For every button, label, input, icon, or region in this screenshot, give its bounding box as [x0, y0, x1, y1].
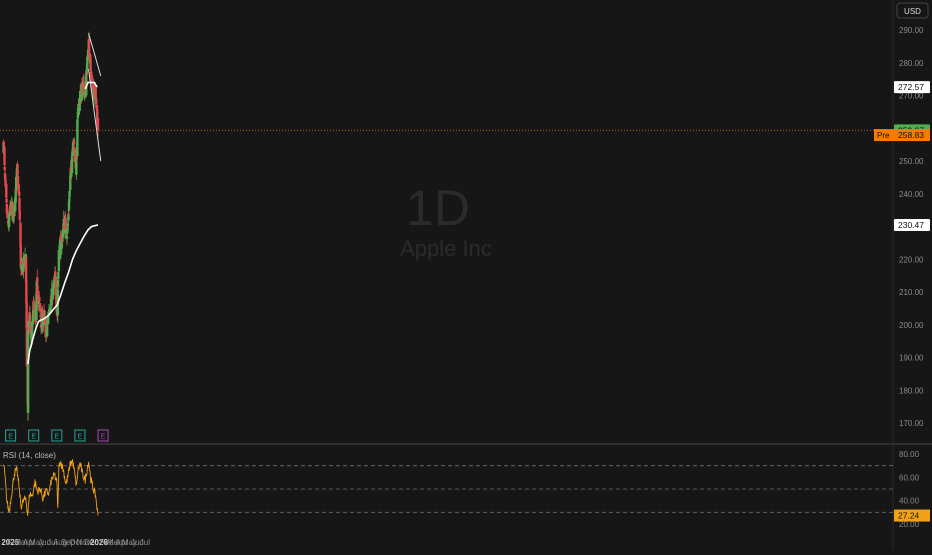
rsi-title: RSI (14, close)	[3, 451, 56, 460]
candle-body	[38, 296, 41, 301]
candle-body	[18, 211, 21, 220]
watermark-name: Apple Inc	[400, 236, 492, 261]
candle-body	[45, 326, 49, 336]
pre-price-text: 258.83	[898, 130, 924, 140]
price-tick-label: 190.00	[899, 354, 924, 363]
earnings-marker[interactable]: E	[5, 429, 17, 442]
candle-body	[39, 307, 42, 313]
earnings-marker[interactable]: E	[28, 429, 40, 442]
earnings-marker[interactable]: E	[74, 429, 86, 442]
candle-body	[5, 184, 8, 198]
price-tick-label: 220.00	[899, 255, 924, 264]
rsi-current-text: 27.24	[898, 511, 920, 521]
watermark-interval: 1D	[406, 180, 470, 236]
price-tick-label: 210.00	[899, 288, 924, 297]
earnings-marker[interactable]: E	[51, 429, 63, 442]
earnings-label: E	[101, 434, 106, 441]
candle-body	[96, 117, 100, 131]
price-tick-label: 280.00	[899, 59, 924, 68]
currency-button[interactable]: USD	[896, 2, 929, 19]
earnings-label: E	[31, 434, 36, 441]
ma-long-badge-text: 230.47	[898, 220, 924, 230]
chart-canvas[interactable]: 1D Apple Inc E E E E E 170.00 180.00 190.00 200…	[0, 0, 932, 550]
earnings-label: E	[54, 434, 59, 441]
earnings-marker[interactable]: E	[97, 429, 109, 442]
price-tick-label: 180.00	[899, 386, 924, 395]
earnings-label: E	[8, 434, 13, 441]
candle-body	[57, 272, 60, 280]
ma-long-badge: 230.47	[894, 218, 930, 231]
price-tick-label: 170.00	[899, 419, 924, 428]
candle-body	[89, 58, 92, 70]
rsi-tick-label: 60.00	[899, 473, 920, 482]
earnings-label: E	[78, 434, 83, 441]
candle-body	[3, 146, 6, 166]
ma-short-badge: 272.57	[894, 81, 930, 94]
currency-label: USD	[904, 7, 921, 16]
chart-root: 1D Apple Inc E E E E E 170.00 180.00 190.00 200…	[0, 0, 932, 550]
rsi-tick-label: 80.00	[899, 450, 920, 459]
pre-price-badge: Pre 258.83	[874, 129, 930, 142]
candle-body	[95, 105, 99, 110]
price-tick-label: 240.00	[899, 190, 924, 199]
rsi-tick-label: 40.00	[899, 497, 920, 506]
price-tick-label: 250.00	[899, 157, 924, 166]
candle-body	[26, 332, 30, 413]
rsi-current-badge: 27.24	[894, 509, 930, 522]
candle-body	[72, 140, 76, 145]
candle-body	[65, 236, 69, 239]
time-tick-label: Jul	[140, 538, 150, 547]
price-tick-label: 290.00	[899, 26, 924, 35]
pre-label: Pre	[877, 131, 890, 140]
price-tick-label: 200.00	[899, 321, 924, 330]
ma-short-badge-text: 272.57	[898, 82, 924, 92]
